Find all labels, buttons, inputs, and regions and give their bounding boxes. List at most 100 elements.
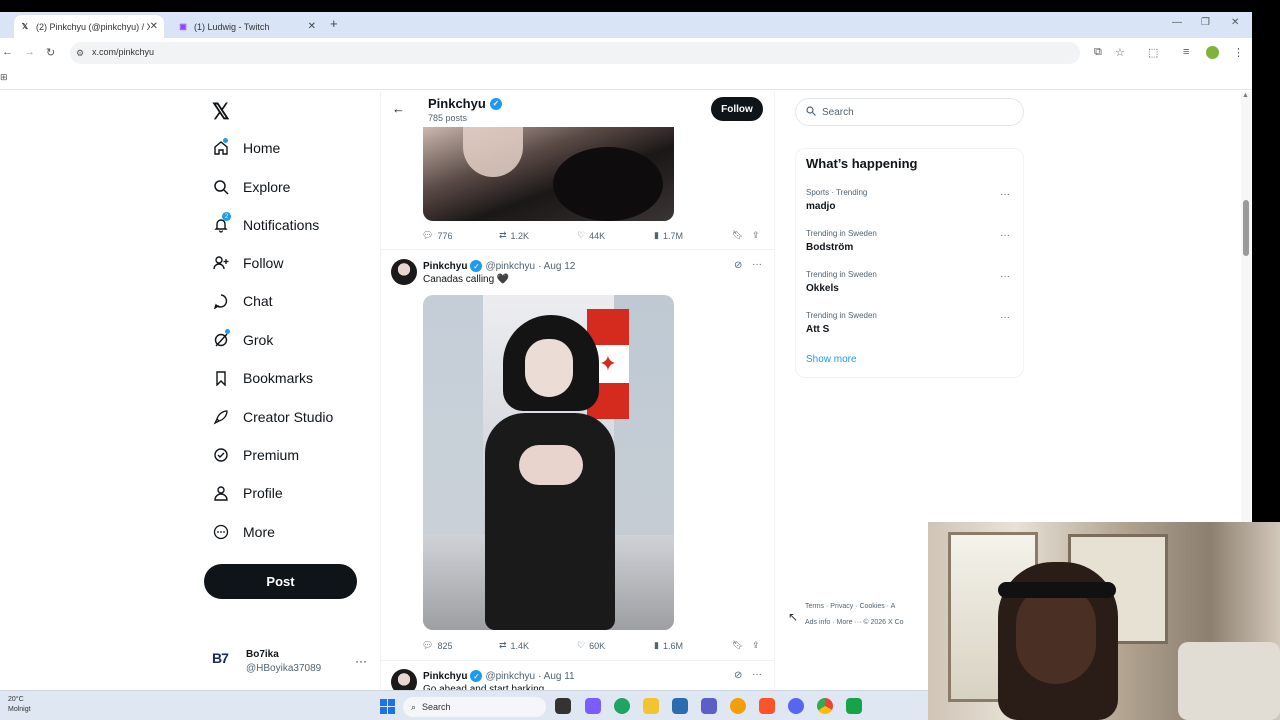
nav-home[interactable]: Home	[212, 135, 280, 161]
nav-notifications[interactable]: Notifications 2	[212, 212, 319, 238]
tweet-date[interactable]: · Aug 12	[538, 261, 575, 272]
bookmarks-bar: ⊞	[0, 68, 1252, 90]
tweet-handle[interactable]: @pinkchyu	[485, 261, 535, 272]
menu-dots-icon[interactable]: ⋮	[1233, 46, 1244, 59]
account-switcher[interactable]: B7 Bo7ika @HBoyika37089 ···	[212, 646, 372, 682]
nav-premium[interactable]: Premium	[212, 442, 299, 468]
post-button[interactable]: Post	[204, 564, 357, 599]
footer-links[interactable]: Ads info · More ··· © 2026 X Co	[805, 619, 904, 626]
nav-bookmarks[interactable]: Bookmarks	[212, 365, 313, 391]
trend-item[interactable]: Bodström	[806, 242, 853, 253]
extensions-icon[interactable]: ⬚	[1148, 46, 1158, 59]
bookmark-button[interactable]: 🔖︎	[732, 640, 743, 651]
edge-icon[interactable]	[614, 698, 630, 714]
bookmark-button[interactable]: 🔖︎	[732, 230, 743, 241]
reply-button[interactable]: 💬︎ 776	[422, 230, 452, 241]
teams-icon[interactable]	[701, 698, 717, 714]
nav-explore[interactable]: Explore	[212, 174, 290, 200]
repost-button[interactable]: ⇄ 1.4K	[499, 640, 529, 651]
follow-button[interactable]: Follow	[711, 97, 763, 121]
more-dots-icon[interactable]: ···	[1000, 230, 1010, 241]
like-button[interactable]: ♡ 44K	[577, 230, 605, 241]
url-field[interactable]: x.com/pinkchyu	[70, 42, 1080, 64]
avatar[interactable]	[391, 259, 417, 285]
tab-pinkchyu[interactable]: 𝕏 (2) Pinkchyu (@pinkchyu) / X ✕	[14, 15, 164, 38]
more-dots-icon[interactable]: ···	[752, 669, 762, 680]
discord-icon[interactable]	[788, 698, 804, 714]
nav-more[interactable]: More	[212, 519, 275, 545]
close-window-icon[interactable]: ✕	[1231, 17, 1239, 28]
views-button[interactable]: ▮ 1.6M	[654, 640, 683, 651]
weather-widget[interactable]: 20°C Molnigt	[8, 695, 31, 715]
x-logo-icon[interactable]: 𝕏	[212, 99, 230, 125]
headset-shape	[998, 582, 1116, 598]
grok-explain-icon[interactable]: ⊘	[734, 260, 742, 271]
nav-grok[interactable]: Grok	[212, 327, 273, 353]
more-circle-icon	[212, 523, 230, 541]
reply-button[interactable]: 💬︎ 825	[422, 640, 452, 651]
apps-grid-icon[interactable]: ⊞	[0, 72, 8, 83]
person-icon	[212, 484, 230, 502]
trend-item[interactable]: Att S	[806, 324, 829, 335]
share-button[interactable]: ⇪	[752, 230, 760, 241]
scroll-up-icon[interactable]: ▲	[1242, 92, 1249, 99]
tab-twitch[interactable]: ▣ (1) Ludwig - Twitch ✕	[172, 15, 322, 38]
app-icon[interactable]	[846, 698, 862, 714]
app-icon[interactable]	[730, 698, 746, 714]
scrollbar-thumb[interactable]	[1243, 200, 1249, 256]
grok-explain-icon[interactable]: ⊘	[734, 670, 742, 681]
store-icon[interactable]	[672, 698, 688, 714]
site-info-icon[interactable]: ⚙	[76, 48, 84, 59]
trend-item[interactable]: madjo	[806, 201, 835, 212]
tweet-media-image[interactable]: ✦	[423, 295, 674, 630]
nav-creator-studio[interactable]: Creator Studio	[212, 404, 333, 430]
nav-profile[interactable]: Profile	[212, 480, 283, 506]
close-tab-icon[interactable]: ✕	[150, 21, 158, 32]
like-button[interactable]: ♡ 60K	[577, 640, 605, 651]
forward-icon[interactable]: →	[24, 46, 35, 58]
more-dots-icon[interactable]: ···	[1000, 189, 1010, 200]
like-count: 60K	[589, 640, 606, 651]
more-dots-icon[interactable]: ···	[752, 259, 762, 270]
tweet-author[interactable]: Pinkchyu	[423, 261, 467, 272]
more-dots-icon[interactable]: ···	[1000, 271, 1010, 282]
restore-icon[interactable]: ❐	[1201, 17, 1210, 28]
repost-button[interactable]: ⇄ 1.2K	[499, 230, 529, 241]
nav-follow[interactable]: Follow	[212, 250, 283, 276]
share-button[interactable]: ⇪	[752, 640, 760, 651]
windows-start-icon[interactable]	[380, 699, 395, 714]
task-view-icon[interactable]	[555, 698, 571, 714]
reload-icon[interactable]: ↻	[46, 46, 55, 59]
tweet-media-image[interactable]	[423, 127, 674, 221]
image-hand-shape	[463, 127, 523, 177]
app-icon[interactable]	[585, 698, 601, 714]
footer-links[interactable]: Terms · Privacy · Cookies · A	[805, 603, 895, 610]
back-arrow-icon[interactable]: ←	[392, 101, 405, 116]
back-icon[interactable]: ←	[2, 46, 13, 58]
new-tab-icon[interactable]: +	[330, 16, 338, 31]
close-tab-icon[interactable]: ✕	[308, 21, 316, 32]
tweet-handle[interactable]: @pinkchyu	[485, 671, 535, 682]
media-icon[interactable]: ≡	[1183, 46, 1189, 58]
repost-count: 1.4K	[510, 640, 530, 651]
show-more-link[interactable]: Show more	[806, 354, 857, 365]
rocket-icon	[212, 408, 230, 426]
trend-item[interactable]: Okkels	[806, 283, 839, 294]
more-dots-icon[interactable]: ···	[1000, 312, 1010, 323]
chrome-icon[interactable]	[817, 698, 833, 714]
nav-chat[interactable]: Chat	[212, 288, 273, 314]
taskbar-search[interactable]: ⌕ Search	[403, 697, 546, 717]
install-app-icon[interactable]: ⧉	[1094, 46, 1102, 59]
verified-badge-icon: ✓	[489, 97, 502, 110]
minimize-icon[interactable]: —	[1172, 17, 1182, 28]
tweet-date[interactable]: · Aug 11	[538, 671, 575, 682]
image-dark-shape	[553, 147, 663, 221]
file-explorer-icon[interactable]	[643, 698, 659, 714]
search-input[interactable]: Search	[795, 98, 1024, 126]
tweet-author[interactable]: Pinkchyu	[423, 671, 467, 682]
brave-icon[interactable]	[759, 698, 775, 714]
profile-avatar-icon[interactable]	[1206, 46, 1219, 59]
star-icon[interactable]: ☆	[1115, 46, 1125, 59]
views-button[interactable]: ▮ 1.7M	[654, 230, 683, 241]
more-dots-icon[interactable]: ···	[355, 654, 367, 668]
